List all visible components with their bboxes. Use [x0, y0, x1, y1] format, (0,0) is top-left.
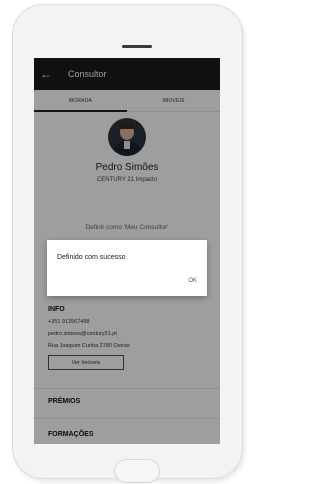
phone-home-button [114, 459, 160, 483]
dialog-message: Definido com sucesso [57, 254, 126, 261]
success-dialog: Definido com sucesso OK [47, 240, 207, 296]
dialog-ok-button[interactable]: OK [188, 278, 197, 284]
phone-speaker [122, 45, 152, 48]
app-screen: ← Consultor MORADA IMOVEIS Pedro Simões … [34, 58, 220, 444]
